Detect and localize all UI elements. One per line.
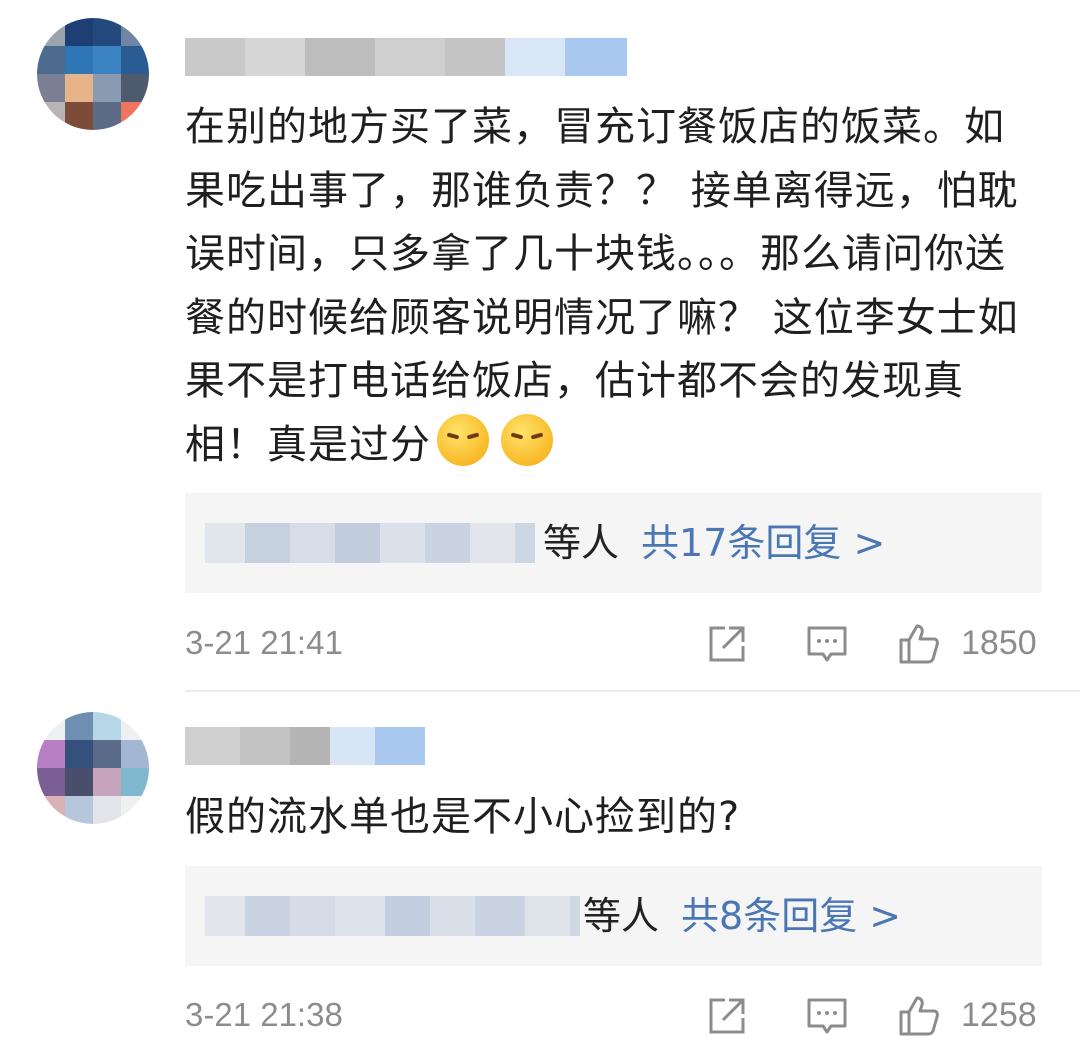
avatar[interactable] xyxy=(37,18,149,130)
replies-preview[interactable]: 等人 共8条回复 > xyxy=(185,866,1042,966)
share-icon[interactable] xyxy=(705,994,749,1038)
comment-meta: 3-21 21:41 1850 xyxy=(185,618,1042,668)
replies-preview[interactable]: 等人 共17条回复 > xyxy=(185,493,1042,593)
like-icon[interactable] xyxy=(897,622,941,666)
reply-others-label: 等人 xyxy=(543,521,620,565)
reply-summary: 等人 共8条回复 > xyxy=(583,890,901,942)
comment-icon[interactable] xyxy=(805,994,849,1038)
angry-face-emoji-icon xyxy=(501,413,553,466)
comment-text: 假的流水单也是不小心捡到的? xyxy=(185,786,1032,850)
angry-face-emoji-icon xyxy=(437,413,489,466)
reply-summary: 等人 共17条回复 > xyxy=(543,517,885,569)
comment-item: 在别的地方买了菜，冒充订餐饭店的饭菜。如果吃出事了，那谁负责？？ 接单离得远，怕… xyxy=(0,0,1080,690)
comment-body: 在别的地方买了菜，冒充订餐饭店的饭菜。如果吃出事了，那谁负责？？ 接单离得远，怕… xyxy=(185,104,1019,468)
comment-time: 3-21 21:38 xyxy=(185,996,343,1033)
reply-others-label: 等人 xyxy=(583,894,660,938)
comment-time: 3-21 21:41 xyxy=(185,624,343,661)
like-count: 1850 xyxy=(961,624,1037,662)
comment-text: 在别的地方买了菜，冒充订餐饭店的饭菜。如果吃出事了，那谁负责？？ 接单离得远，怕… xyxy=(185,96,1032,478)
comment-item: 假的流水单也是不小心捡到的? 等人 共8条回复 > 3-21 21:38 125… xyxy=(0,690,1080,1058)
avatar[interactable] xyxy=(37,712,149,824)
comment-icon[interactable] xyxy=(805,622,849,666)
view-replies-link[interactable]: 共17条回复 > xyxy=(641,521,885,565)
like-count: 1258 xyxy=(961,996,1037,1034)
view-replies-link[interactable]: 共8条回复 > xyxy=(681,894,901,938)
share-icon[interactable] xyxy=(705,622,749,666)
comment-body: 假的流水单也是不小心捡到的? xyxy=(185,794,741,840)
comment-meta: 3-21 21:38 1258 xyxy=(185,990,1042,1040)
like-icon[interactable] xyxy=(897,994,941,1038)
